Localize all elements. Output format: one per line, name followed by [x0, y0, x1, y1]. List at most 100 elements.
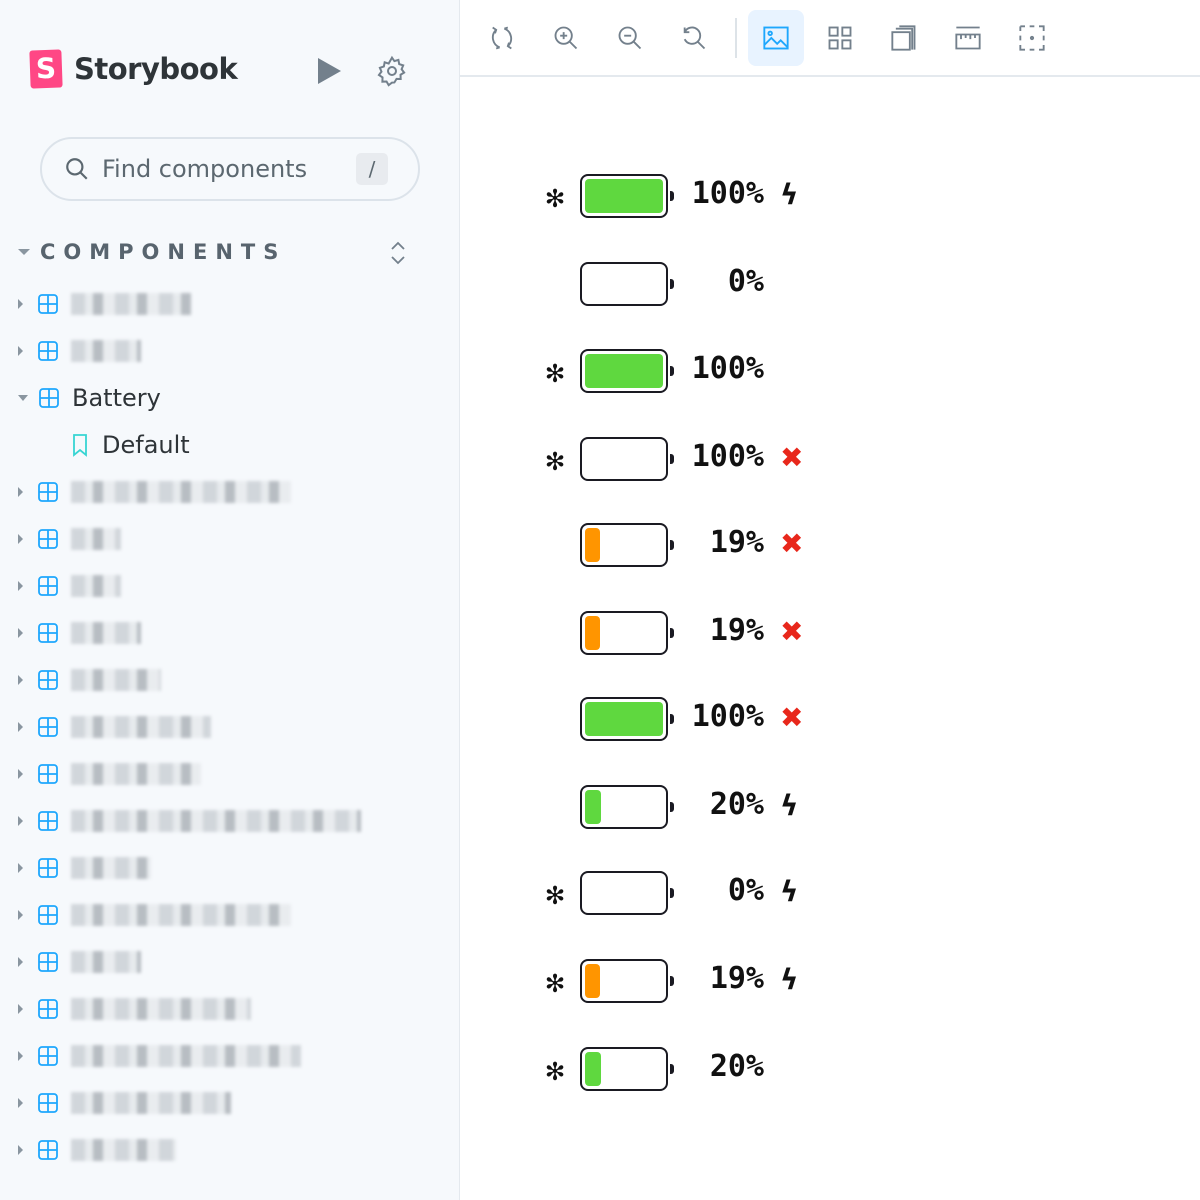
battery-level-fill [585, 964, 600, 998]
blurred-label [71, 763, 201, 785]
gear-icon[interactable] [376, 55, 408, 87]
caret-down-icon [18, 395, 28, 401]
tree-item-battery[interactable]: Battery [18, 378, 161, 418]
component-icon [38, 999, 58, 1019]
tree-item[interactable] [18, 895, 291, 935]
caret-right-icon [18, 675, 23, 685]
battery-icon [580, 959, 668, 1003]
battery-percent: 19% [709, 613, 764, 648]
tree-item[interactable] [18, 848, 151, 888]
grid-icon [828, 26, 852, 50]
expand-collapse-icon[interactable] [388, 240, 408, 266]
tree-item[interactable] [18, 989, 251, 1029]
blurred-label [71, 340, 141, 362]
caret-right-icon [18, 299, 23, 309]
caret-right-icon [18, 1004, 23, 1014]
search-input[interactable]: Find components / [40, 137, 420, 201]
tree-item[interactable] [18, 1036, 301, 1076]
tree-item-label: Battery [72, 384, 161, 412]
caret-right-icon [18, 1051, 23, 1061]
caret-right-icon [18, 581, 23, 591]
battery-icon [580, 437, 668, 481]
reload-icon [491, 26, 513, 50]
blurred-label [71, 1045, 301, 1067]
battery-icon [580, 871, 668, 915]
component-icon [38, 482, 58, 502]
tree-story-default[interactable]: Default [70, 425, 190, 465]
caret-down-icon [18, 249, 30, 255]
caret-right-icon [18, 1098, 23, 1108]
tree-item[interactable] [18, 1083, 231, 1123]
blurred-label [71, 622, 141, 644]
caret-right-icon [18, 346, 23, 356]
asterisk-icon: ✻ [546, 179, 565, 215]
tree-item[interactable] [18, 942, 141, 982]
play-icon[interactable] [318, 58, 341, 84]
viewport-button[interactable] [876, 10, 932, 66]
battery-icon [580, 174, 668, 218]
battery-percent: 0% [727, 873, 764, 908]
tree-item[interactable] [18, 707, 211, 747]
component-icon [38, 858, 58, 878]
battery-level-fill [585, 179, 663, 213]
section-label: COMPONENTS [40, 240, 287, 264]
components-section-header[interactable]: COMPONENTS [18, 240, 418, 266]
zoom-in-button[interactable] [538, 10, 594, 66]
tree-item[interactable] [18, 1130, 176, 1170]
caret-right-icon [18, 1145, 23, 1155]
component-icon [38, 576, 58, 596]
tree-item[interactable] [18, 519, 121, 559]
search-icon [66, 158, 88, 180]
component-icon [39, 388, 59, 408]
tree-item[interactable] [18, 801, 361, 841]
background-image-button[interactable] [748, 10, 804, 66]
reload-button[interactable] [474, 10, 530, 66]
charging-icon: ϟ [780, 178, 799, 211]
toolbar [460, 0, 1200, 77]
battery-percent: 20% [709, 787, 764, 822]
zoom-reset-icon [683, 26, 706, 50]
cross-icon: ✖ [780, 701, 804, 734]
battery-icon [580, 262, 668, 306]
tree-item[interactable] [18, 660, 161, 700]
tree-item[interactable] [18, 613, 141, 653]
asterisk-icon: ✻ [546, 964, 565, 1000]
ruler-button[interactable] [940, 10, 996, 66]
tree-item[interactable] [18, 472, 291, 512]
charging-icon: ϟ [780, 875, 799, 908]
cross-icon: ✖ [780, 441, 804, 474]
component-icon [38, 1093, 58, 1113]
battery-icon [580, 611, 668, 655]
component-icon [38, 1140, 58, 1160]
battery-icon [580, 1047, 668, 1091]
cross-icon: ✖ [780, 615, 804, 648]
zoom-out-button[interactable] [602, 10, 658, 66]
zoom-reset-button[interactable] [666, 10, 722, 66]
caret-right-icon [18, 628, 23, 638]
component-icon [38, 811, 58, 831]
caret-right-icon [18, 910, 23, 920]
battery-level-fill [585, 702, 663, 736]
blurred-label [71, 293, 191, 315]
battery-icon [580, 697, 668, 741]
asterisk-icon: ✻ [546, 354, 565, 390]
tree-item[interactable] [18, 566, 121, 606]
component-icon [38, 341, 58, 361]
toolbar-divider [735, 18, 737, 58]
brand-name: Storybook [74, 52, 238, 86]
tree-item[interactable] [18, 331, 141, 371]
battery-percent: 19% [709, 525, 764, 560]
blurred-label [71, 669, 161, 691]
component-icon [38, 905, 58, 925]
outline-button[interactable] [1004, 10, 1060, 66]
search-shortcut: / [356, 153, 388, 185]
caret-right-icon [18, 816, 23, 826]
caret-right-icon [18, 769, 23, 779]
charging-icon: ϟ [780, 789, 799, 822]
tree-item[interactable] [18, 284, 191, 324]
grid-button[interactable] [812, 10, 868, 66]
tree-item[interactable] [18, 754, 201, 794]
caret-right-icon [18, 487, 23, 497]
brand[interactable]: S Storybook [29, 49, 238, 89]
blurred-label [71, 810, 361, 832]
